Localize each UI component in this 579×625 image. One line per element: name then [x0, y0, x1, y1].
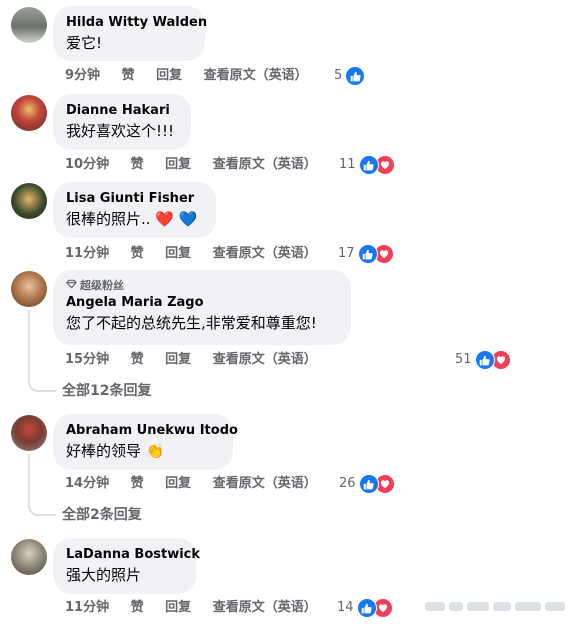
thread-connector: [28, 454, 56, 516]
comment-bubble: 超级粉丝 Angela Maria Zago 您了不起的总统先生,非常爱和尊重您…: [53, 270, 351, 345]
comment-author[interactable]: Hilda Witty Walden: [66, 14, 207, 31]
like-button[interactable]: 赞: [131, 476, 144, 491]
avatar[interactable]: [11, 7, 47, 43]
comment-text: 爱它!: [66, 34, 103, 52]
comment-actions: 15分钟 赞 回复 查看原文（英语）: [65, 351, 334, 369]
comment-time[interactable]: 9分钟: [65, 68, 100, 83]
comment-author[interactable]: LaDanna Bostwick: [66, 546, 200, 563]
like-icon: [357, 244, 378, 264]
comment-text: 我好喜欢这个!!!: [66, 122, 175, 140]
comment-time[interactable]: 14分钟: [65, 476, 109, 491]
like-icon: [345, 66, 366, 86]
reply-button[interactable]: 回复: [165, 600, 191, 615]
view-replies-link[interactable]: 全部12条回复: [62, 382, 151, 400]
watermark-blur: [425, 597, 571, 615]
translate-button[interactable]: 查看原文（英语）: [213, 600, 317, 615]
like-button[interactable]: 赞: [131, 600, 144, 615]
comment-time[interactable]: 11分钟: [65, 600, 109, 615]
reaction-summary[interactable]: 51: [455, 350, 511, 370]
comment-author[interactable]: Lisa Giunti Fisher: [66, 190, 203, 207]
translate-button[interactable]: 查看原文（英语）: [213, 476, 317, 491]
comment-text: 很棒的照片.. ❤️ 💙: [66, 209, 203, 229]
badge-label: 超级粉丝: [80, 279, 124, 292]
translate-button[interactable]: 查看原文（英语）: [204, 68, 308, 83]
comment-time[interactable]: 11分钟: [65, 246, 109, 261]
like-icon: [358, 155, 379, 175]
reaction-count: 5: [334, 68, 343, 83]
like-icon: [474, 350, 495, 370]
reply-button[interactable]: 回复: [165, 157, 191, 172]
clap-emoji: 👏: [145, 442, 165, 460]
comment-bubble: LaDanna Bostwick 强大的照片: [53, 538, 200, 594]
like-button[interactable]: 赞: [131, 157, 144, 172]
view-replies-link[interactable]: 全部2条回复: [62, 506, 142, 524]
reaction-summary[interactable]: 11: [339, 155, 395, 175]
diamond-icon: [66, 278, 77, 293]
comment-text-body: 很棒的照片..: [66, 210, 151, 228]
reply-button[interactable]: 回复: [165, 476, 191, 491]
avatar[interactable]: [11, 415, 47, 451]
avatar[interactable]: [11, 95, 47, 131]
translate-button[interactable]: 查看原文（英语）: [213, 157, 317, 172]
comment-bubble: Abraham Unekwu Itodo 好棒的领导 👏: [53, 414, 238, 470]
like-button[interactable]: 赞: [131, 246, 144, 261]
reaction-summary[interactable]: 26: [339, 474, 395, 494]
like-icon: [356, 598, 377, 618]
comment-text: 好棒的领导 👏: [66, 441, 220, 461]
top-fan-badge: 超级粉丝: [66, 278, 338, 293]
reaction-summary[interactable]: 5: [334, 66, 366, 86]
translate-button[interactable]: 查看原文（英语）: [213, 352, 317, 367]
translate-button[interactable]: 查看原文（英语）: [213, 246, 317, 261]
like-icon: [358, 474, 379, 494]
comment-time[interactable]: 10分钟: [65, 157, 109, 172]
like-button[interactable]: 赞: [122, 68, 135, 83]
comment-bubble: Hilda Witty Walden 爱它!: [53, 6, 207, 61]
heart-emojis: ❤️ 💙: [155, 210, 198, 228]
comment-text: 您了不起的总统先生,非常爱和尊重您!: [66, 314, 317, 332]
comment-actions: 11分钟 赞 回复 查看原文（英语）: [65, 245, 334, 263]
avatar[interactable]: [11, 539, 47, 575]
comment-author[interactable]: Angela Maria Zago: [66, 294, 338, 311]
thread-connector: [28, 310, 56, 392]
comment-actions: 9分钟 赞 回复 查看原文（英语）: [65, 67, 325, 85]
reaction-count: 51: [455, 352, 472, 367]
reaction-summary[interactable]: 17: [338, 244, 394, 264]
reply-button[interactable]: 回复: [165, 246, 191, 261]
reaction-count: 11: [339, 157, 356, 172]
comment-text: 强大的照片: [66, 566, 142, 584]
comment-bubble: Lisa Giunti Fisher 很棒的照片.. ❤️ 💙: [53, 182, 216, 238]
comment-author[interactable]: Abraham Unekwu Itodo: [66, 422, 238, 439]
comment-text-body: 好棒的领导: [66, 442, 142, 460]
comment-actions: 10分钟 赞 回复 查看原文（英语）: [65, 156, 334, 174]
comment-author[interactable]: Dianne Hakari: [66, 102, 178, 119]
reaction-summary[interactable]: 14: [337, 598, 393, 618]
comment-time[interactable]: 15分钟: [65, 352, 109, 367]
comments-page: { "comments": [ { "author": "Hilda Witty…: [0, 0, 579, 625]
reply-button[interactable]: 回复: [156, 68, 182, 83]
reaction-count: 26: [339, 476, 356, 491]
avatar[interactable]: [11, 271, 47, 307]
avatar[interactable]: [11, 183, 47, 219]
comment-actions: 11分钟 赞 回复 查看原文（英语）: [65, 599, 334, 617]
like-button[interactable]: 赞: [131, 352, 144, 367]
reaction-count: 14: [337, 600, 354, 615]
reaction-count: 17: [338, 246, 355, 261]
reply-button[interactable]: 回复: [165, 352, 191, 367]
comment-bubble: Dianne Hakari 我好喜欢这个!!!: [53, 94, 191, 150]
comment-actions: 14分钟 赞 回复 查看原文（英语）: [65, 475, 334, 493]
